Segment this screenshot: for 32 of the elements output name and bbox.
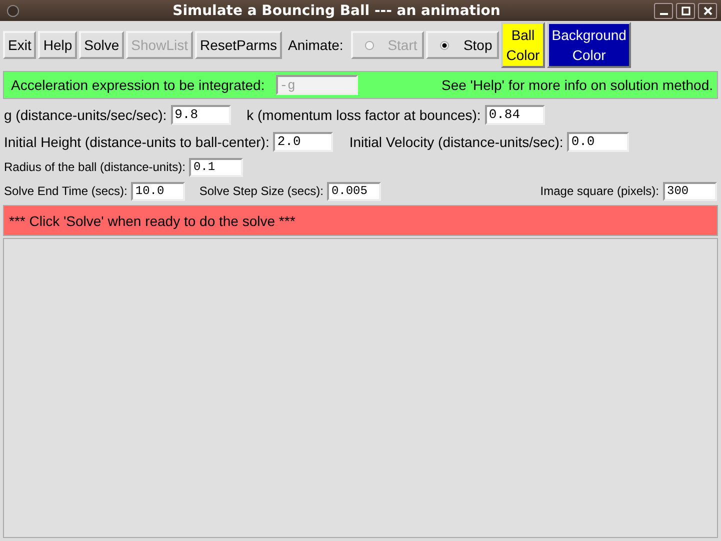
status-message: *** Click 'Solve' when ready to do the solve *** <box>3 205 718 236</box>
minimize-icon[interactable] <box>654 2 673 18</box>
parameter-label: Initial Height (distance-units to ball-center): <box>4 134 270 150</box>
toolbar-button[interactable]: Exit <box>3 31 36 59</box>
close-icon[interactable] <box>698 2 717 18</box>
parameter-label: Solve End Time (secs): <box>4 184 128 198</box>
parameter-label: Solve Step Size (secs): <box>199 184 324 198</box>
color-button[interactable]: Ball Color <box>501 22 545 68</box>
parameter-field[interactable]: 0.1 <box>189 158 244 176</box>
color-button[interactable]: Background Color <box>546 22 632 68</box>
parameter-label: Initial Velocity (distance-units/sec): <box>349 134 564 150</box>
animate-label: Animate: <box>287 37 344 53</box>
parameter-field[interactable]: 0.84 <box>484 104 545 124</box>
toolbar-button[interactable]: Solve <box>79 31 124 59</box>
parameter-label: Radius of the ball (distance-units): <box>4 160 186 174</box>
help-note: See 'Help' for more info on solution method. <box>440 77 714 93</box>
expression-label: Acceleration expression to be integrated: <box>10 77 266 93</box>
radio-button[interactable]: Stop <box>426 31 500 59</box>
parameter-field[interactable]: 9.8 <box>170 104 231 124</box>
window-title: Simulate a Bouncing Ball --- an animation <box>172 2 502 18</box>
parameter-field[interactable]: 300 <box>663 182 717 200</box>
parameter-label: g (distance-units/sec/sec): <box>4 106 167 122</box>
parameter-label: k (momentum loss factor at bounces): <box>246 106 481 122</box>
maximize-icon[interactable] <box>676 2 695 18</box>
window-menu-icon[interactable] <box>7 4 19 16</box>
parameter-field[interactable]: 10.0 <box>131 182 186 200</box>
parameter-field[interactable]: 0.0 <box>567 132 630 152</box>
parameter-field[interactable]: 0.005 <box>327 182 382 200</box>
toolbar-button[interactable]: ResetParms <box>194 31 282 59</box>
toolbar-button[interactable]: Help <box>38 31 78 59</box>
parameter-field[interactable]: 2.0 <box>273 132 334 152</box>
parameter-label: Image square (pixels): <box>540 184 659 198</box>
